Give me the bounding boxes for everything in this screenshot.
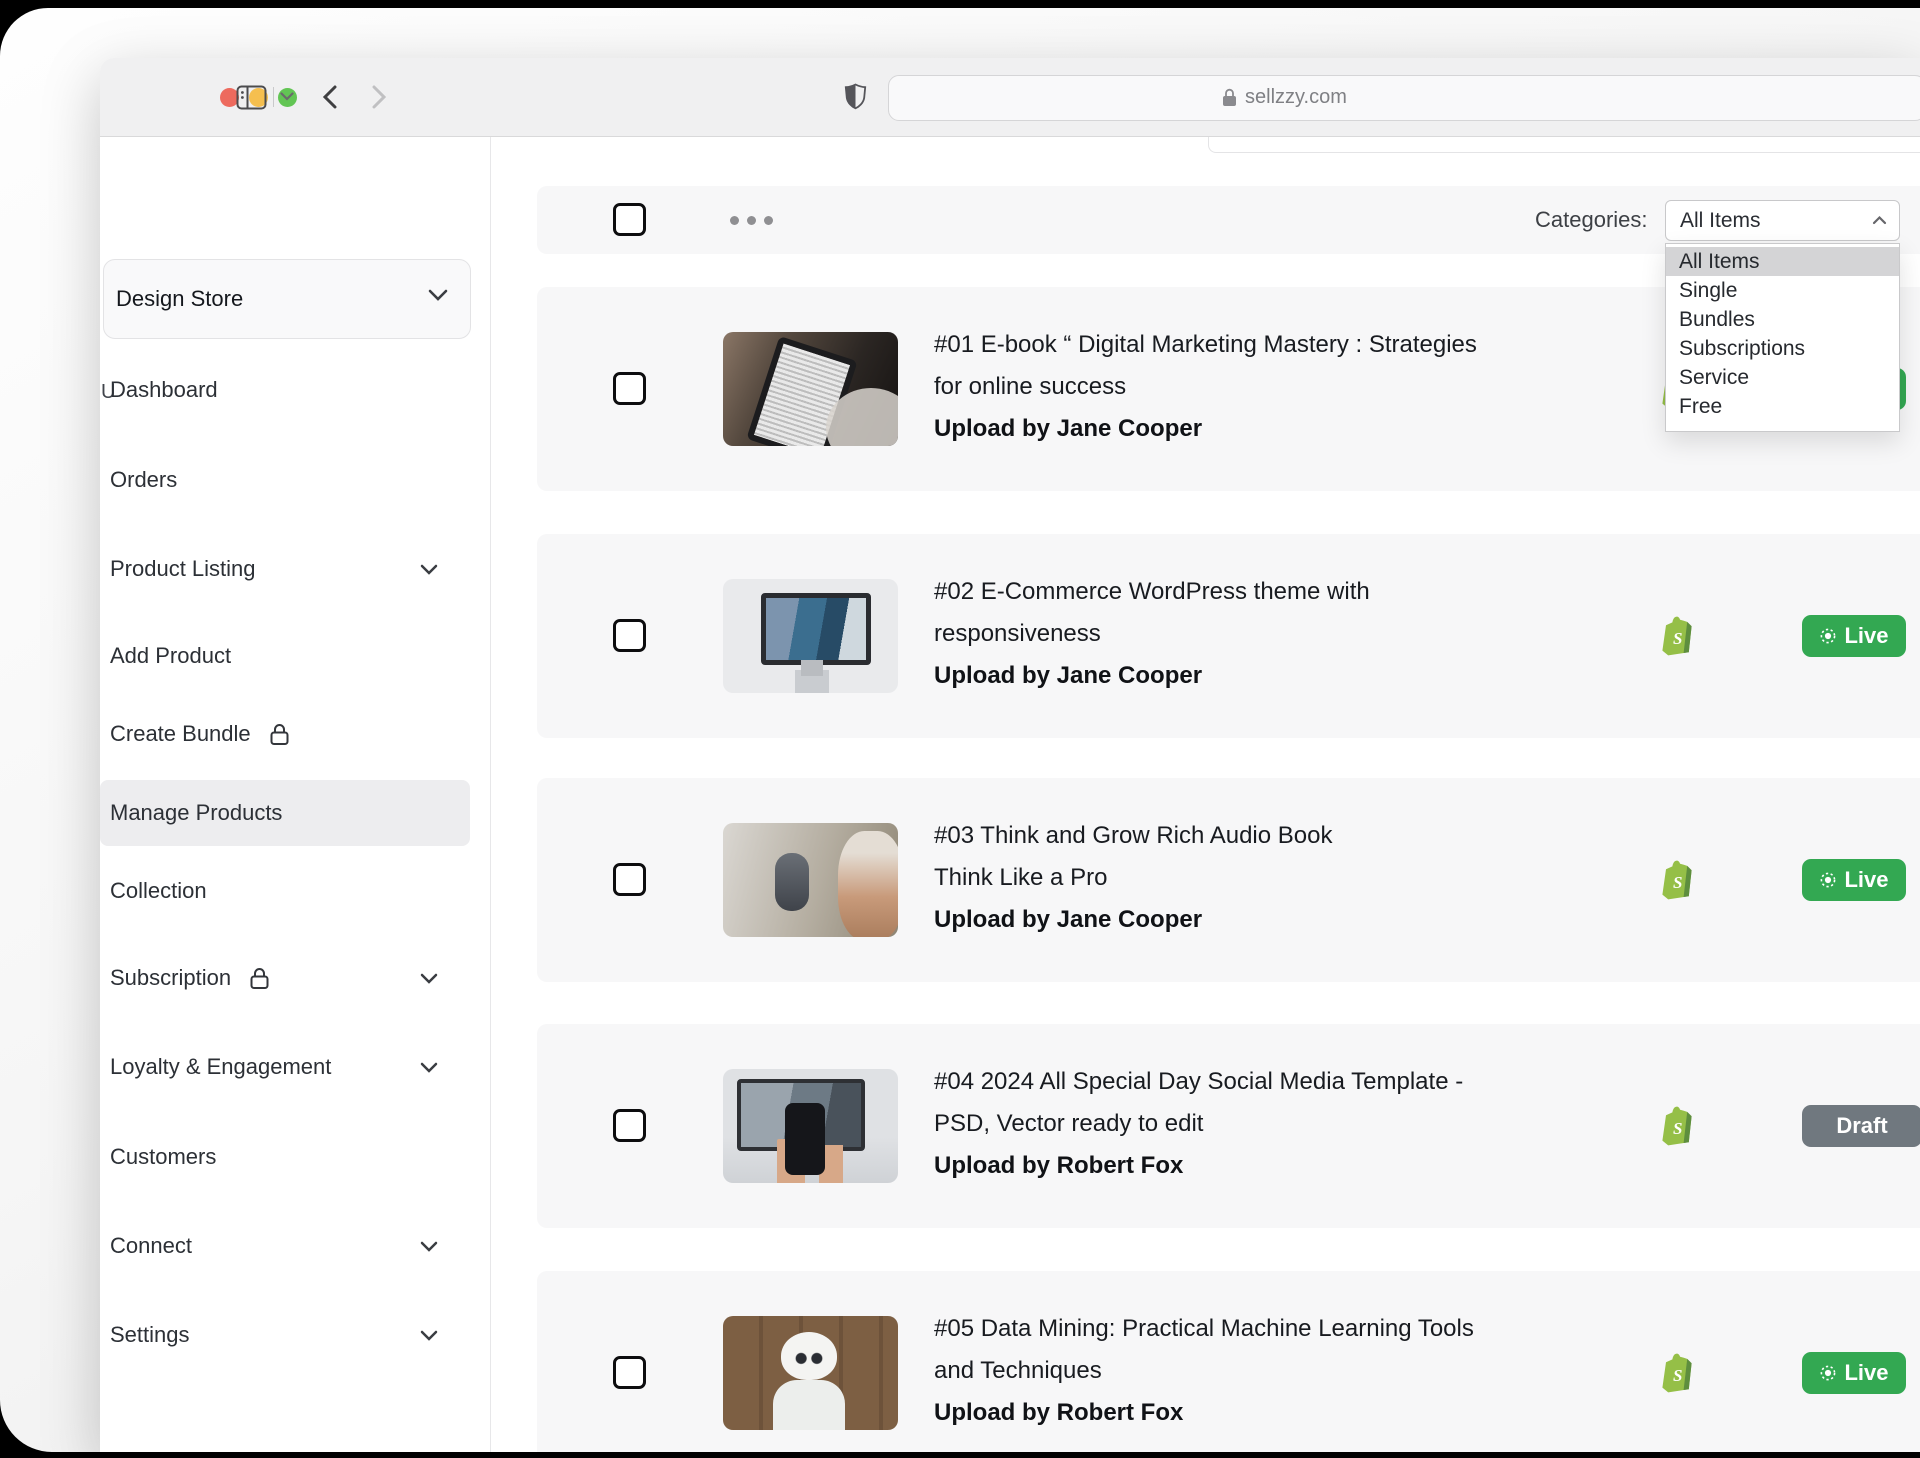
product-thumbnail — [723, 823, 898, 937]
product-row: #04 2024 All Special Day Social Media Te… — [537, 1024, 1920, 1228]
product-thumbnail — [723, 1316, 898, 1430]
shopify-icon: S — [1660, 1106, 1694, 1146]
live-dot-icon — [1819, 627, 1837, 645]
chevron-down-icon — [420, 973, 438, 984]
row-checkbox[interactable] — [613, 863, 646, 896]
product-row: #02 E-Commerce WordPress theme with resp… — [537, 534, 1920, 738]
store-selector-label: Design Store — [116, 286, 243, 312]
product-title: #01 E-book “ Digital Marketing Mastery :… — [934, 324, 1477, 366]
product-thumbnail — [723, 332, 898, 446]
svg-text:S: S — [1673, 1366, 1682, 1385]
product-uploader: Upload by Robert Fox — [934, 1392, 1474, 1434]
privacy-shield-icon[interactable] — [844, 83, 867, 110]
sidebar-item-loyalty-engagement[interactable]: Loyalty & Engagement — [100, 1045, 470, 1089]
svg-text:S: S — [1673, 629, 1682, 648]
chevron-down-icon — [420, 1062, 438, 1073]
dropdown-option-all-items[interactable]: All Items — [1666, 247, 1899, 276]
store-selector[interactable]: Design Store — [103, 259, 471, 339]
product-row: #03 Think and Grow Rich Audio Book Think… — [537, 778, 1920, 982]
product-title: #05 Data Mining: Practical Machine Learn… — [934, 1308, 1474, 1350]
svg-text:S: S — [1673, 1119, 1682, 1138]
product-uploader: Upload by Robert Fox — [934, 1145, 1463, 1187]
categories-label: Categories: — [1535, 186, 1648, 254]
product-row: #05 Data Mining: Practical Machine Learn… — [537, 1271, 1920, 1452]
shopify-icon: S — [1660, 616, 1694, 656]
product-title: #04 2024 All Special Day Social Media Te… — [934, 1061, 1463, 1103]
status-badge: Live — [1802, 1352, 1906, 1394]
product-uploader: Upload by Jane Cooper — [934, 408, 1477, 450]
dropdown-option-subscriptions[interactable]: Subscriptions — [1666, 334, 1899, 363]
sticky-header-edge — [1208, 137, 1920, 153]
sidebar-item-settings[interactable]: Settings — [100, 1313, 470, 1357]
address-bar[interactable] — [888, 75, 1920, 121]
dropdown-option-single[interactable]: Single — [1666, 276, 1899, 305]
address-bar-content: sellzzy.com — [1222, 58, 1347, 136]
categories-select-value: All Items — [1680, 209, 1761, 233]
product-title: #02 E-Commerce WordPress theme with — [934, 571, 1370, 613]
sidebar-item-product-listing[interactable]: Product Listing — [100, 547, 470, 591]
lock-icon — [249, 967, 270, 990]
chevron-down-icon[interactable] — [280, 92, 294, 101]
categories-select[interactable]: All Items — [1665, 200, 1900, 241]
chevron-up-icon — [1872, 215, 1887, 225]
live-dot-icon — [1819, 1364, 1837, 1382]
sidebar-item-customers[interactable]: Customers — [100, 1135, 470, 1179]
row-checkbox[interactable] — [613, 619, 646, 652]
product-uploader: Upload by Jane Cooper — [934, 655, 1370, 697]
chevron-down-icon — [420, 564, 438, 575]
row-checkbox[interactable] — [613, 1109, 646, 1142]
sidebar-item-create-bundle[interactable]: Create Bundle — [100, 712, 470, 756]
sidebar-item-orders[interactable]: Orders — [100, 458, 470, 502]
row-checkbox[interactable] — [613, 1356, 646, 1389]
status-badge: Draft — [1802, 1105, 1920, 1147]
live-dot-icon — [1819, 871, 1837, 889]
browser-toolbar: sellzzy.com — [100, 58, 1920, 137]
back-button[interactable] — [322, 85, 337, 109]
lock-icon — [1222, 88, 1237, 107]
sidebar-item-manage-products[interactable]: Manage Products — [100, 791, 470, 835]
row-checkbox[interactable] — [613, 372, 646, 405]
chevron-down-icon — [428, 289, 448, 301]
forward-button[interactable] — [372, 85, 387, 109]
sidebar-item-add-product[interactable]: Add Product — [100, 634, 470, 678]
screenshot-canvas: sellzzy.com Design Store U Dashboard Ord… — [0, 0, 1920, 1458]
sidebar-item-connect[interactable]: Connect — [100, 1224, 470, 1268]
shopify-icon: S — [1660, 860, 1694, 900]
sidebar-item-dashboard[interactable]: Dashboard — [100, 368, 470, 412]
shopify-icon: S — [1660, 1353, 1694, 1393]
dropdown-option-free[interactable]: Free — [1666, 392, 1899, 421]
status-badge: Live — [1802, 615, 1906, 657]
more-options-button[interactable] — [730, 216, 773, 225]
categories-dropdown-menu: All Items Single Bundles Subscriptions S… — [1665, 243, 1900, 432]
product-uploader: Upload by Jane Cooper — [934, 899, 1332, 941]
svg-text:S: S — [1673, 873, 1682, 892]
app-sidebar: Design Store U Dashboard Orders Product … — [100, 137, 491, 1452]
url-text: sellzzy.com — [1245, 86, 1347, 109]
browser-window: sellzzy.com Design Store U Dashboard Ord… — [100, 58, 1920, 1452]
select-all-checkbox[interactable] — [613, 203, 646, 236]
product-title: #03 Think and Grow Rich Audio Book — [934, 815, 1332, 857]
status-badge: Live — [1802, 859, 1906, 901]
sidebar-toggle-icon[interactable] — [236, 85, 267, 110]
sidebar-item-collection[interactable]: Collection — [100, 869, 470, 913]
toolbar-divider — [273, 87, 274, 107]
product-thumbnail — [723, 579, 898, 693]
dropdown-option-service[interactable]: Service — [1666, 363, 1899, 392]
dropdown-option-bundles[interactable]: Bundles — [1666, 305, 1899, 334]
sidebar-item-subscription[interactable]: Subscription — [100, 956, 470, 1000]
lock-icon — [269, 723, 290, 746]
product-thumbnail — [723, 1069, 898, 1183]
chevron-down-icon — [420, 1330, 438, 1341]
chevron-down-icon — [420, 1241, 438, 1252]
